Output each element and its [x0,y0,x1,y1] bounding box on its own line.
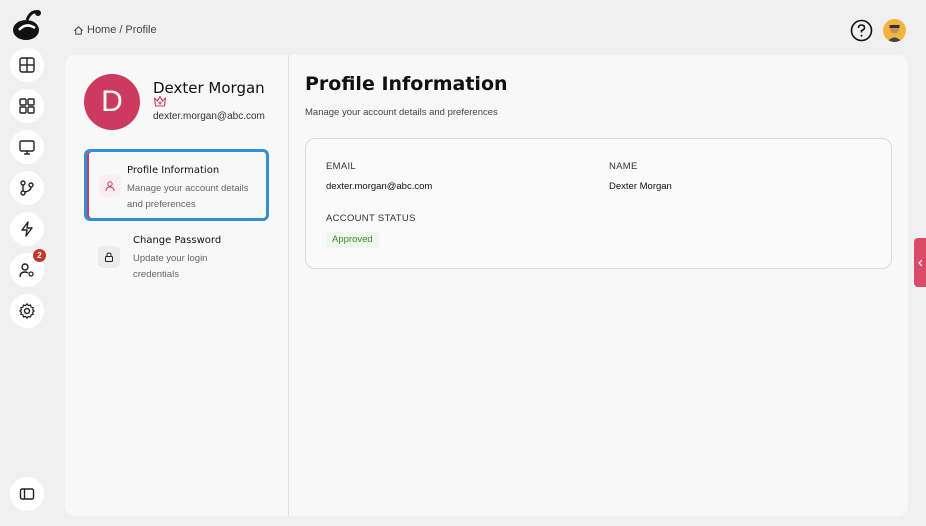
app-logo-icon[interactable] [11,8,43,42]
name-value: Dexter Morgan [609,181,672,192]
page-subtitle: Manage your account details and preferen… [305,107,498,118]
toggle-sidebar-icon[interactable] [10,477,44,511]
user-settings-icon[interactable]: 2 [10,249,46,287]
menu-item-change-password[interactable]: Change Password Update your login creden… [84,222,269,294]
menu-item-description: Update your login credentials [133,253,208,280]
email-value: dexter.morgan@abc.com [326,181,433,192]
breadcrumb-current: Profile [125,24,157,36]
dashboard-icon[interactable] [10,48,44,82]
profile-card: D Dexter Morgan dexter.morgan@abc.com Pr… [65,55,908,516]
apps-grid-icon[interactable] [10,89,44,123]
account-status-label: ACCOUNT STATUS [326,213,416,224]
user-avatar[interactable] [883,19,906,42]
page-title: Profile Information [305,73,508,95]
email-label: EMAIL [326,161,357,172]
lightning-icon[interactable] [10,212,44,246]
menu-item-description: Manage your account details and preferen… [127,183,249,210]
profile-name: Dexter Morgan [153,79,265,97]
menu-item-title: Profile Information [127,165,220,176]
account-info-panel: EMAIL dexter.morgan@abc.com NAME Dexter … [305,138,892,269]
icon-rail: 2 [0,0,52,526]
git-branch-icon[interactable] [10,171,44,205]
menu-item-title: Change Password [133,235,222,246]
name-label: NAME [609,161,638,172]
profile-avatar: D [84,74,140,130]
breadcrumb-separator: / [119,24,123,36]
chevron-left-icon [917,259,922,266]
profile-sidebar: D Dexter Morgan dexter.morgan@abc.com Pr… [65,55,289,516]
menu-item-profile-information[interactable]: Profile Information Manage your account … [84,149,269,221]
crown-icon [153,95,167,107]
help-icon[interactable] [850,19,873,42]
lock-icon [98,246,120,268]
status-badge: Approved [326,232,379,248]
collapse-panel-tab[interactable] [914,238,926,287]
breadcrumb: Home / Profile [73,24,157,36]
notification-badge: 2 [33,249,46,262]
profile-email: dexter.morgan@abc.com [153,111,265,122]
breadcrumb-home[interactable]: Home [87,24,116,36]
monitor-icon[interactable] [10,130,44,164]
home-icon [74,25,83,35]
settings-gear-icon[interactable] [10,294,44,328]
user-icon [99,175,121,197]
